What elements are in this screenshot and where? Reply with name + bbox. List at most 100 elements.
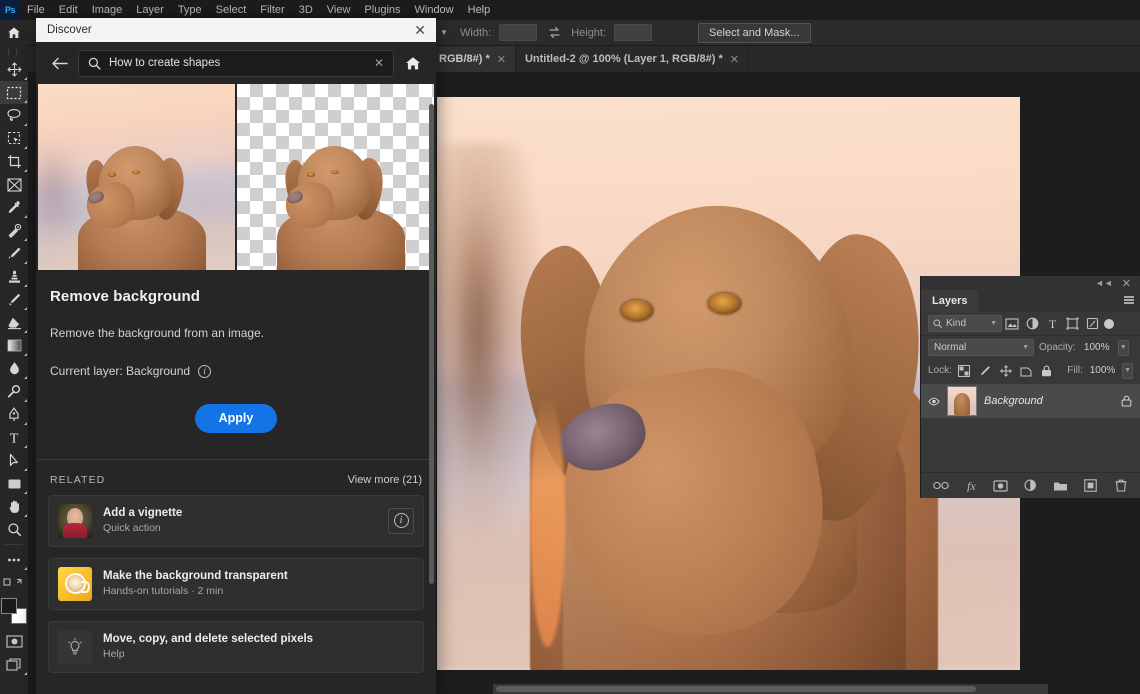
new-layer-icon[interactable] xyxy=(1083,478,1099,494)
new-adjustment-layer-icon[interactable] xyxy=(1023,478,1039,494)
menu-plugins[interactable]: Plugins xyxy=(357,0,407,20)
foreground-color-swatch[interactable] xyxy=(1,598,17,614)
fill-stepper-chevron-icon[interactable]: ▼ xyxy=(1122,363,1133,379)
crop-tool[interactable] xyxy=(0,150,28,173)
screen-mode-icon[interactable] xyxy=(0,653,28,676)
collapse-panel-icon[interactable]: ◄◄ xyxy=(1095,278,1113,288)
layer-row[interactable]: Background xyxy=(921,384,1140,418)
menu-3d[interactable]: 3D xyxy=(292,0,320,20)
lock-artboard-icon[interactable] xyxy=(1018,362,1035,379)
menu-image[interactable]: Image xyxy=(85,0,130,20)
chevron-down-icon[interactable]: ▼ xyxy=(436,24,452,42)
discover-titlebar[interactable]: Discover ✕ xyxy=(36,18,436,42)
pen-tool[interactable] xyxy=(0,403,28,426)
view-more-link[interactable]: View more (21) xyxy=(348,474,422,486)
lock-transparent-pixels-icon[interactable] xyxy=(956,362,973,379)
dodge-tool[interactable] xyxy=(0,380,28,403)
zoom-tool[interactable] xyxy=(0,518,28,541)
menu-select[interactable]: Select xyxy=(209,0,254,20)
menu-edit[interactable]: Edit xyxy=(52,0,85,20)
list-item[interactable]: Add a vignette Quick action i xyxy=(48,495,424,547)
opacity-value[interactable]: 100% xyxy=(1081,340,1113,356)
eyedropper-tool[interactable] xyxy=(0,196,28,219)
add-layer-style-icon[interactable]: fx xyxy=(963,478,979,494)
shape-filter-icon[interactable] xyxy=(1062,315,1082,333)
select-and-mask-button[interactable]: Select and Mask... xyxy=(698,23,811,43)
discover-search-field[interactable]: How to create shapes ✕ xyxy=(78,50,394,77)
menu-filter[interactable]: Filter xyxy=(253,0,291,20)
toolbar-drag-handle[interactable]: ⋮⋮ xyxy=(0,46,28,58)
object-selection-tool[interactable] xyxy=(0,127,28,150)
close-icon[interactable]: ✕ xyxy=(730,53,739,66)
link-layers-icon[interactable] xyxy=(933,478,949,494)
spot-healing-brush-tool[interactable] xyxy=(0,219,28,242)
eye-icon[interactable] xyxy=(928,397,940,406)
pixel-filter-icon[interactable] xyxy=(1002,315,1022,333)
search-input[interactable]: How to create shapes xyxy=(109,57,366,69)
document-tab-2[interactable]: Untitled-2 @ 100% (Layer 1, RGB/8#) * ✕ xyxy=(516,46,749,72)
list-item[interactable]: Move, copy, and delete selected pixels H… xyxy=(48,621,424,673)
opacity-stepper-chevron-icon[interactable]: ▼ xyxy=(1118,340,1129,356)
clone-stamp-tool[interactable] xyxy=(0,265,28,288)
document-tab-1[interactable]: RGB/8#) * ✕ xyxy=(430,46,516,72)
quick-mask-icon[interactable] xyxy=(0,630,28,653)
discover-content[interactable]: Remove background Remove the background … xyxy=(36,84,436,694)
type-tool[interactable]: T xyxy=(0,426,28,449)
filter-toggle-icon[interactable] xyxy=(1104,319,1114,329)
menu-view[interactable]: View xyxy=(320,0,358,20)
tab-layers[interactable]: Layers xyxy=(921,290,978,312)
chevron-down-icon[interactable]: ▼ xyxy=(990,320,997,327)
hand-tool[interactable] xyxy=(0,495,28,518)
blur-tool[interactable] xyxy=(0,357,28,380)
type-filter-icon[interactable]: T xyxy=(1042,315,1062,333)
apply-button[interactable]: Apply xyxy=(195,404,278,433)
eraser-tool[interactable] xyxy=(0,311,28,334)
rectangular-marquee-tool[interactable] xyxy=(0,81,28,104)
menu-layer[interactable]: Layer xyxy=(129,0,171,20)
layer-thumbnail[interactable] xyxy=(947,386,977,416)
history-brush-tool[interactable] xyxy=(0,288,28,311)
swap-dimensions-icon[interactable] xyxy=(545,24,563,42)
path-selection-tool[interactable] xyxy=(0,449,28,472)
lasso-tool[interactable] xyxy=(0,104,28,127)
rectangle-tool[interactable] xyxy=(0,472,28,495)
close-icon[interactable]: ✕ xyxy=(497,53,506,66)
chevron-down-icon[interactable]: ▼ xyxy=(1022,344,1029,351)
lock-icon[interactable] xyxy=(1119,395,1133,407)
info-icon[interactable]: i xyxy=(198,365,211,378)
layers-list[interactable]: Background xyxy=(921,382,1140,472)
clear-icon[interactable]: ✕ xyxy=(374,56,384,70)
lock-image-pixels-icon[interactable] xyxy=(977,362,994,379)
edit-toolbar-tool[interactable] xyxy=(0,548,28,571)
layer-name[interactable]: Background xyxy=(984,395,1112,407)
fill-value[interactable]: 100% xyxy=(1087,363,1118,379)
move-tool[interactable] xyxy=(0,58,28,81)
menu-file[interactable]: File xyxy=(20,0,52,20)
default-colors-icon[interactable] xyxy=(0,571,28,594)
gradient-tool[interactable] xyxy=(0,334,28,357)
panel-menu-icon[interactable] xyxy=(1124,296,1134,304)
canvas-horizontal-scrollbar[interactable] xyxy=(493,684,1048,694)
scrollbar-thumb[interactable] xyxy=(496,686,976,692)
home-icon[interactable] xyxy=(404,54,422,72)
smart-object-filter-icon[interactable] xyxy=(1082,315,1102,333)
add-layer-mask-icon[interactable] xyxy=(993,478,1009,494)
new-group-icon[interactable] xyxy=(1053,478,1069,494)
filter-kind-select[interactable]: Kind ▼ xyxy=(928,315,1002,332)
list-item[interactable]: Make the background transparent Hands-on… xyxy=(48,558,424,610)
adjustment-filter-icon[interactable] xyxy=(1022,315,1042,333)
home-icon[interactable] xyxy=(0,20,28,46)
foreground-background-color-swatches[interactable] xyxy=(1,598,27,624)
menu-help[interactable]: Help xyxy=(461,0,498,20)
menu-type[interactable]: Type xyxy=(171,0,209,20)
info-button[interactable]: i xyxy=(388,508,414,534)
brush-tool[interactable] xyxy=(0,242,28,265)
lock-position-icon[interactable] xyxy=(997,362,1014,379)
discover-scrollbar[interactable] xyxy=(428,86,435,692)
close-icon[interactable]: ✕ xyxy=(1122,277,1131,290)
blend-mode-select[interactable]: Normal ▼ xyxy=(928,339,1034,356)
menu-window[interactable]: Window xyxy=(408,0,461,20)
scrollbar-thumb[interactable] xyxy=(429,104,434,584)
width-input[interactable] xyxy=(499,24,537,41)
frame-tool[interactable] xyxy=(0,173,28,196)
